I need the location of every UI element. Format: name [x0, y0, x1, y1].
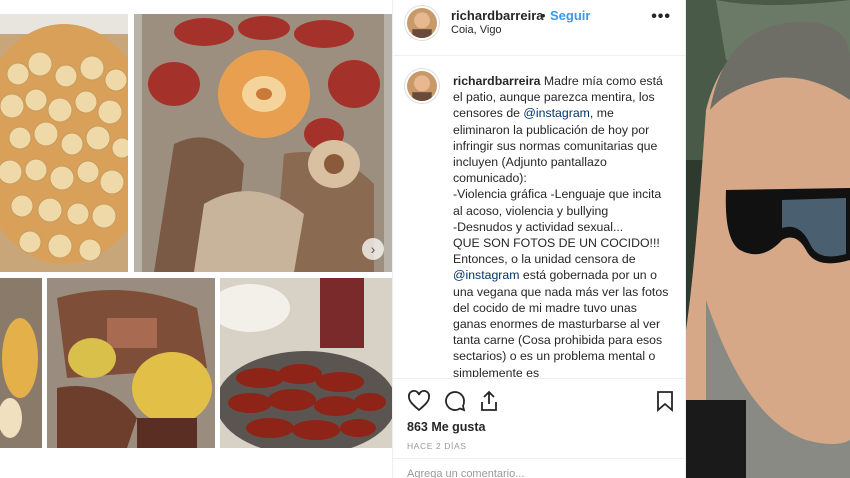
follow-button[interactable]: Seguir [550, 8, 590, 23]
caption-text-2: , me eliminaron la publicación de hoy po… [453, 106, 662, 267]
avatar[interactable] [405, 6, 439, 40]
photo-chickpeas[interactable] [0, 14, 128, 272]
action-bar [393, 378, 685, 422]
share-icon[interactable] [477, 389, 501, 413]
add-comment-input[interactable]: Agrega un comentario... [407, 468, 524, 478]
heart-icon[interactable] [407, 389, 431, 413]
caption-area: richardbarreira Madre mía como está el p… [393, 57, 685, 377]
photo-selfie [686, 0, 850, 478]
photo-chicken-beef[interactable] [47, 278, 215, 448]
caption-username[interactable]: richardbarreira [453, 74, 541, 88]
comment-icon[interactable] [443, 389, 467, 413]
post-header: richardbarreira • Seguir Coia, Vigo ••• [393, 0, 685, 56]
divider [393, 458, 685, 459]
post-caption: richardbarreira Madre mía como está el p… [453, 73, 673, 377]
photo-chorizo-plate[interactable] [220, 278, 392, 448]
caption-text-3: está gobernada por un o una vegana que n… [453, 268, 672, 377]
photo-partial-left[interactable] [0, 278, 42, 448]
username-link[interactable]: richardbarreira [451, 8, 544, 23]
photo-meat-platter[interactable] [134, 14, 392, 272]
bookmark-icon[interactable] [653, 389, 677, 413]
more-options-icon[interactable]: ••• [651, 8, 671, 26]
photo-gallery: › [0, 0, 392, 478]
instagram-post: richardbarreira • Seguir Coia, Vigo ••• … [392, 0, 686, 478]
post-timestamp: HACE 2 DÍAS [407, 441, 467, 451]
mention-link[interactable]: @instagram [453, 268, 519, 282]
caption-avatar[interactable] [405, 69, 439, 103]
separator-dot: • [541, 8, 546, 23]
likes-count[interactable]: 863 Me gusta [407, 420, 486, 434]
location-link[interactable]: Coia, Vigo [451, 24, 502, 36]
chevron-right-icon[interactable]: › [362, 238, 384, 260]
mention-link[interactable]: @instagram [523, 106, 589, 120]
